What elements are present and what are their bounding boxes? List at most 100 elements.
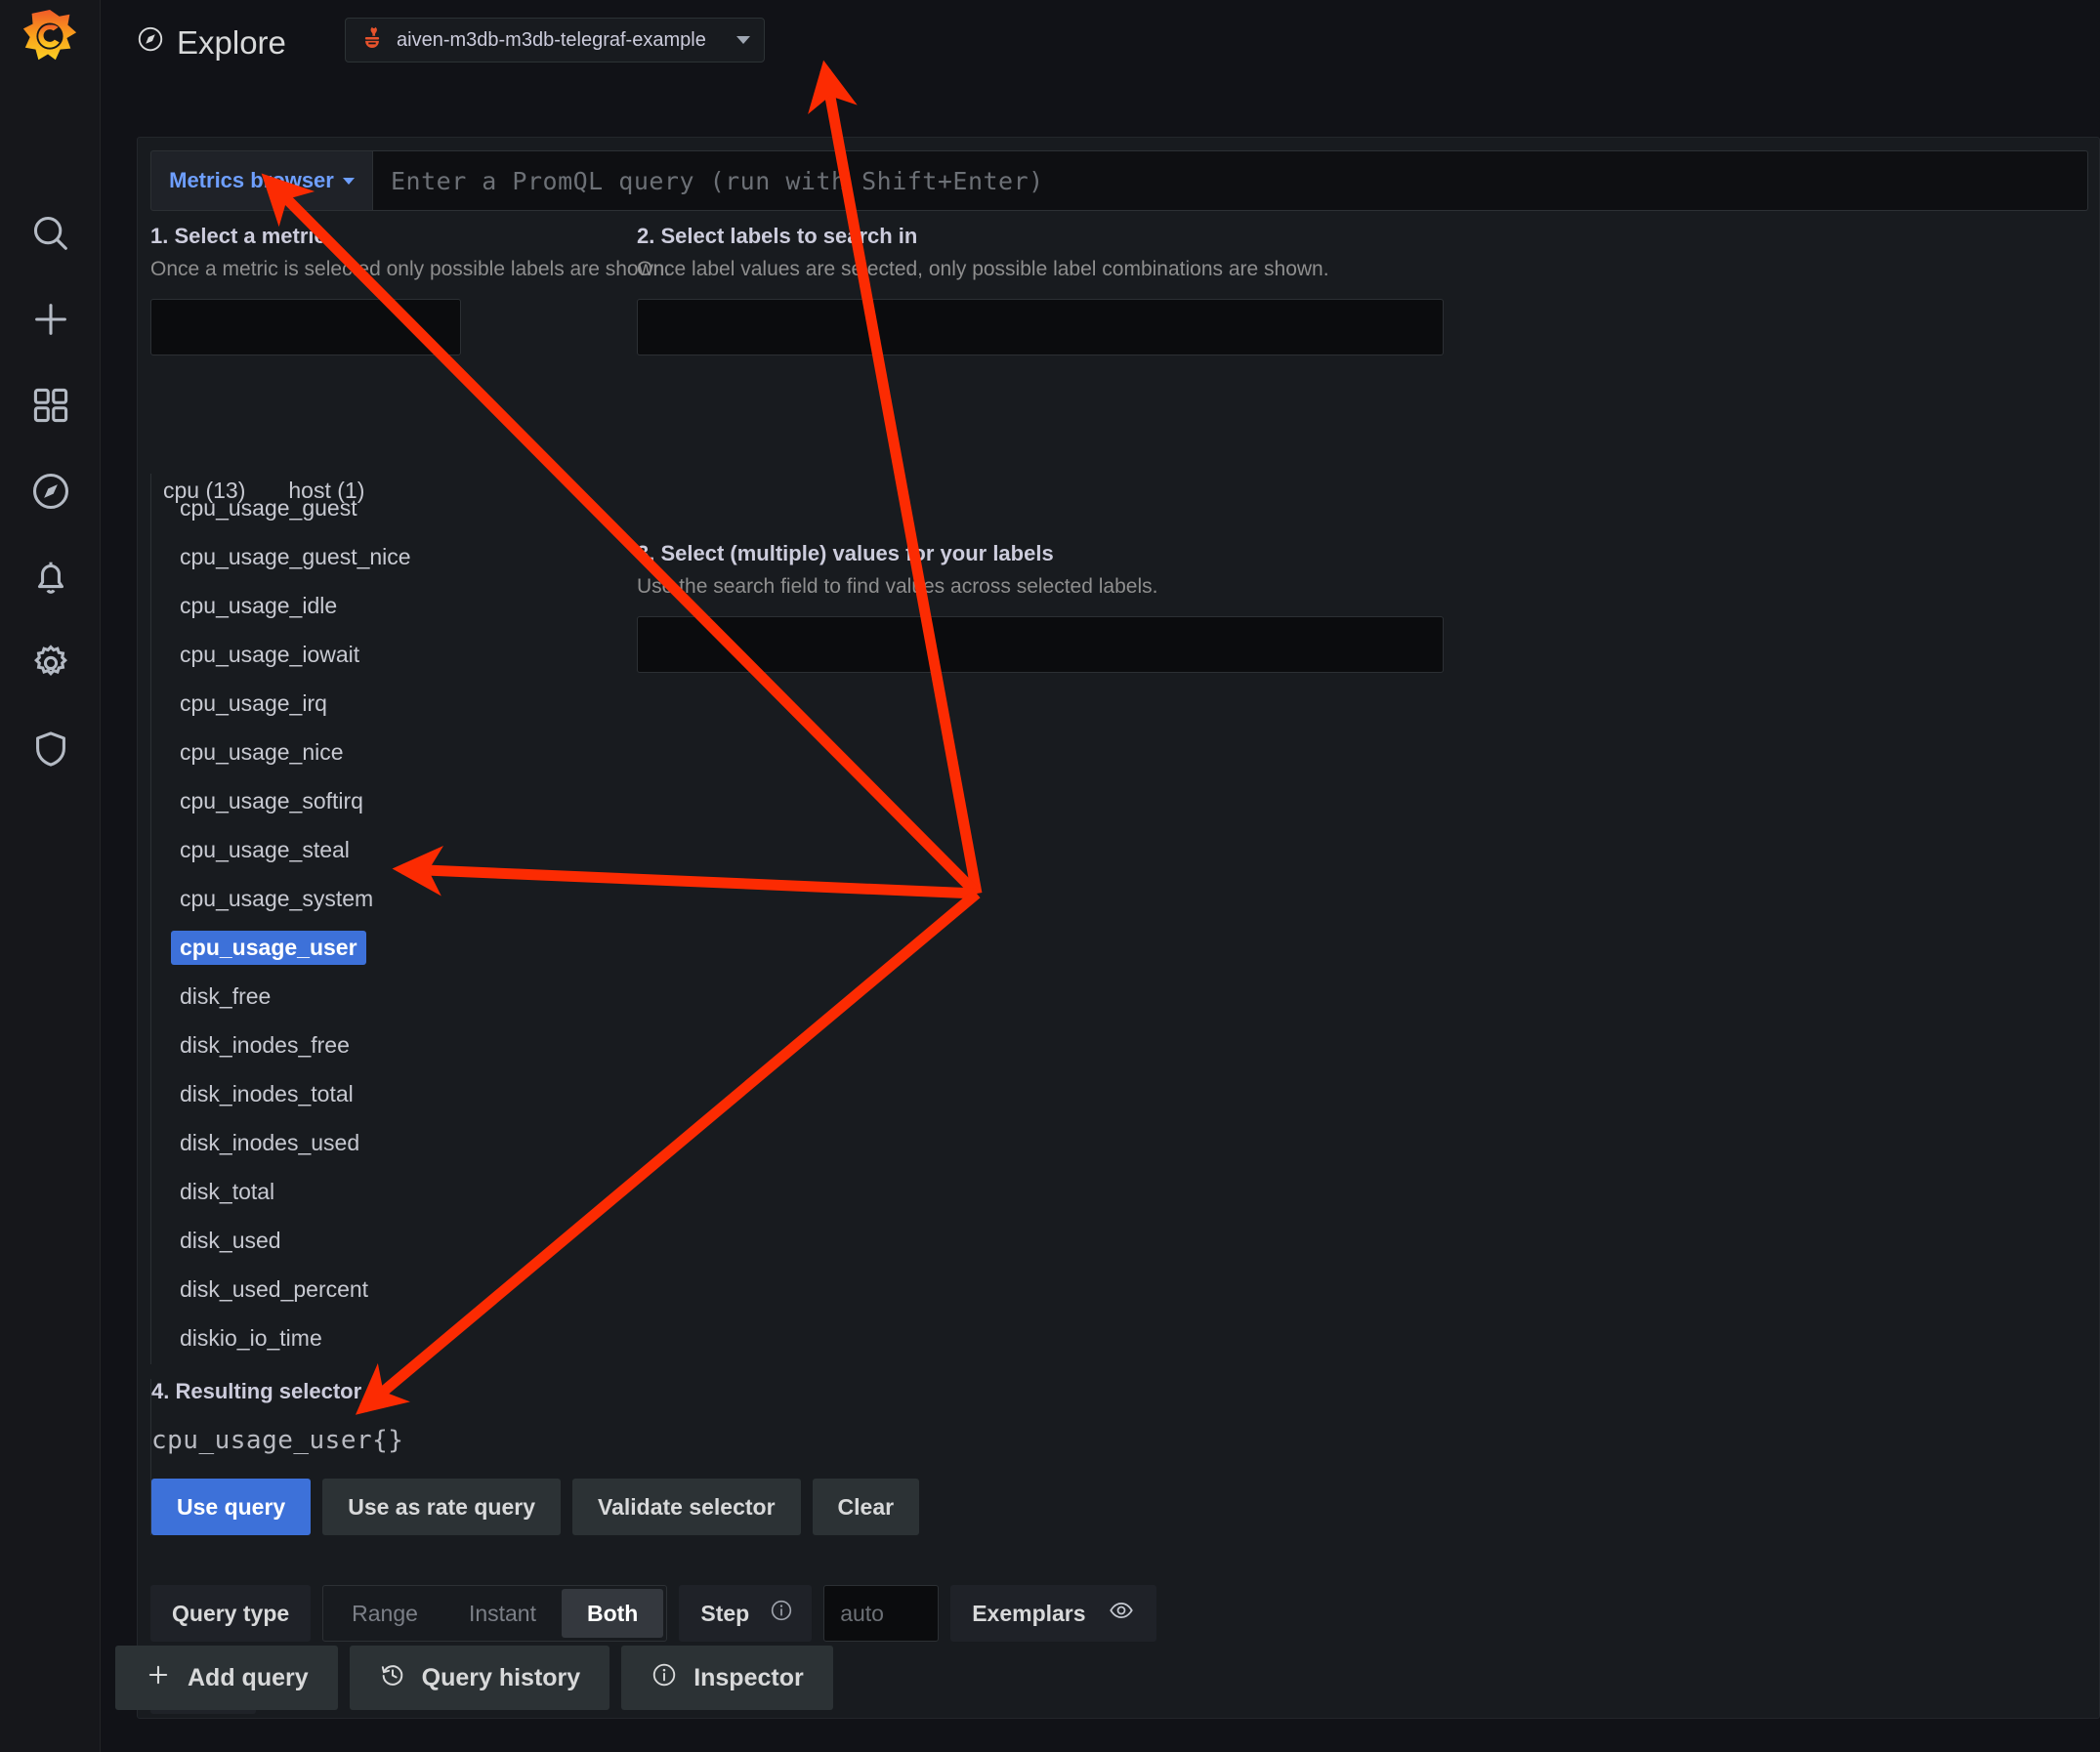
sidebar-item-explore[interactable] [0, 448, 101, 534]
metric-name: cpu_usage_nice [180, 738, 344, 765]
sidebar-item-create[interactable] [0, 276, 101, 362]
step3-subtitle: Use the search field to find values acro… [637, 575, 1158, 598]
label-chip-cpu[interactable]: cpu (13) [154, 474, 254, 508]
step-input[interactable]: auto [823, 1585, 940, 1642]
list-item[interactable]: disk_used_percent [151, 1265, 824, 1314]
query-type-instant[interactable]: Instant [443, 1589, 562, 1638]
clear-button[interactable]: Clear [812, 1479, 920, 1535]
list-item[interactable]: cpu_usage_softirq [151, 776, 824, 825]
inspector-label: Inspector [693, 1663, 804, 1691]
list-item[interactable]: disk_used [151, 1216, 824, 1265]
info-circle-icon[interactable] [769, 1598, 794, 1629]
step4-button-row: Use query Use as rate query Validate sel… [151, 1479, 2065, 1535]
query-row: Metrics browser Enter a PromQL query (ru… [150, 150, 2088, 211]
query-type-range[interactable]: Range [326, 1589, 443, 1638]
side-navigation [0, 0, 101, 1752]
gear-icon [28, 641, 73, 686]
eye-icon [1108, 1597, 1135, 1630]
sidebar-item-dashboards[interactable] [0, 362, 101, 448]
prometheus-icon [359, 25, 385, 56]
metric-name: diskio_io_time [180, 1324, 322, 1351]
metric-name: disk_total [180, 1178, 275, 1204]
grafana-explore-page: Explore aiven-m3db-m3db-telegraf-example… [0, 0, 2100, 1752]
list-item[interactable]: disk_free [151, 972, 824, 1021]
step4-section: 4. Resulting selector cpu_usage_user{} U… [150, 1379, 2065, 1535]
metrics-browser: 1. Select a metric Once a metric is sele… [150, 222, 2088, 1569]
sidebar-item-alerting[interactable] [0, 534, 101, 620]
query-type-radio-group[interactable]: Range Instant Both [322, 1585, 668, 1642]
search-icon [28, 211, 73, 256]
validate-selector-button[interactable]: Validate selector [572, 1479, 801, 1535]
promql-query-input[interactable]: Enter a PromQL query (run with Shift+Ent… [373, 150, 2088, 211]
label-chip-text: cpu (13) [163, 478, 246, 503]
metric-name: disk_free [180, 982, 272, 1009]
use-as-rate-query-button[interactable]: Use as rate query [322, 1479, 561, 1535]
sidebar-item-configuration[interactable] [0, 620, 101, 706]
metric-name: disk_used_percent [180, 1275, 369, 1302]
exemplars-toggle[interactable]: Exemplars [950, 1585, 1156, 1642]
grafana-logo[interactable] [20, 8, 80, 68]
chevron-down-icon [342, 177, 355, 185]
datasource-picker[interactable]: aiven-m3db-m3db-telegraf-example [345, 18, 765, 63]
list-item[interactable]: disk_inodes_total [151, 1069, 824, 1118]
label-chip-host[interactable]: host (1) [279, 474, 373, 508]
query-options-row: Query type Range Instant Both Step auto … [150, 1585, 1156, 1642]
metric-name: cpu_usage_softirq [180, 787, 363, 813]
metric-name: cpu_usage_system [180, 885, 374, 911]
list-item-selected[interactable]: cpu_usage_user [151, 923, 824, 972]
metric-name: disk_inodes_free [180, 1031, 350, 1058]
nav-icon-list [0, 190, 101, 792]
add-query-label: Add query [188, 1663, 309, 1691]
dashboards-icon [29, 384, 72, 427]
label-search-input[interactable] [637, 299, 1444, 355]
sidebar-item-server-admin[interactable] [0, 706, 101, 792]
metrics-browser-label: Metrics browser [169, 168, 334, 192]
compass-icon [136, 24, 165, 62]
step3-column: 3. Select (multiple) values for your lab… [637, 539, 1457, 673]
metric-name: disk_inodes_total [180, 1080, 354, 1106]
metric-search-input[interactable] [150, 299, 461, 355]
label-chip-text: host (1) [288, 478, 365, 503]
metrics-browser-toggle[interactable]: Metrics browser [150, 150, 373, 211]
list-item[interactable]: cpu_usage_nice [151, 728, 824, 776]
list-item[interactable]: disk_inodes_free [151, 1021, 824, 1069]
metric-name: disk_used [180, 1227, 281, 1253]
step-label-text: Step [700, 1600, 750, 1626]
query-type-both[interactable]: Both [561, 1589, 664, 1638]
list-item[interactable]: disk_total [151, 1167, 824, 1216]
list-item[interactable]: cpu_usage_steal [151, 825, 824, 874]
sidebar-item-search[interactable] [0, 190, 101, 276]
step4-title: 4. Resulting selector [151, 1379, 362, 1403]
datasource-name: aiven-m3db-m3db-telegraf-example [397, 28, 706, 51]
inspector-button[interactable]: Inspector [621, 1646, 833, 1710]
compass-icon [28, 469, 73, 514]
add-query-button[interactable]: Add query [115, 1646, 338, 1710]
label-chip-list: cpu (13) host (1) [150, 474, 971, 508]
step3-title: 3. Select (multiple) values for your lab… [637, 541, 1054, 565]
metric-name: cpu_usage_iowait [180, 641, 360, 667]
metric-name: cpu_usage_idle [180, 592, 338, 618]
list-item[interactable]: cpu_usage_system [151, 874, 824, 923]
list-item[interactable]: diskio_io_time [151, 1314, 824, 1362]
top-bar: Explore aiven-m3db-m3db-telegraf-example [101, 0, 2100, 102]
query-editor-panel: Metrics browser Enter a PromQL query (ru… [137, 137, 2100, 1719]
metric-name: cpu_usage_steal [180, 836, 350, 862]
step-label: Step [679, 1585, 813, 1642]
plus-icon [28, 297, 73, 342]
list-item[interactable]: cpu_usage_irq [151, 679, 824, 728]
use-query-button[interactable]: Use query [151, 1479, 312, 1535]
list-item[interactable]: disk_inodes_used [151, 1118, 824, 1167]
bell-icon [28, 555, 73, 600]
label-values-search-input[interactable] [637, 616, 1444, 673]
step2-title: 2. Select labels to search in [637, 224, 918, 248]
query-history-button[interactable]: Query history [349, 1646, 610, 1710]
query-history-label: Query history [421, 1663, 581, 1691]
step2-subtitle: Once label values are selected, only pos… [637, 258, 1329, 280]
metric-name: disk_inodes_used [180, 1129, 360, 1155]
history-icon [379, 1661, 406, 1695]
metric-name: cpu_usage_user [171, 930, 366, 965]
shield-icon [28, 727, 73, 772]
step2-column: 2. Select labels to search in Once label… [637, 222, 1457, 355]
info-circle-icon [651, 1661, 678, 1695]
exemplars-label: Exemplars [972, 1600, 1086, 1626]
